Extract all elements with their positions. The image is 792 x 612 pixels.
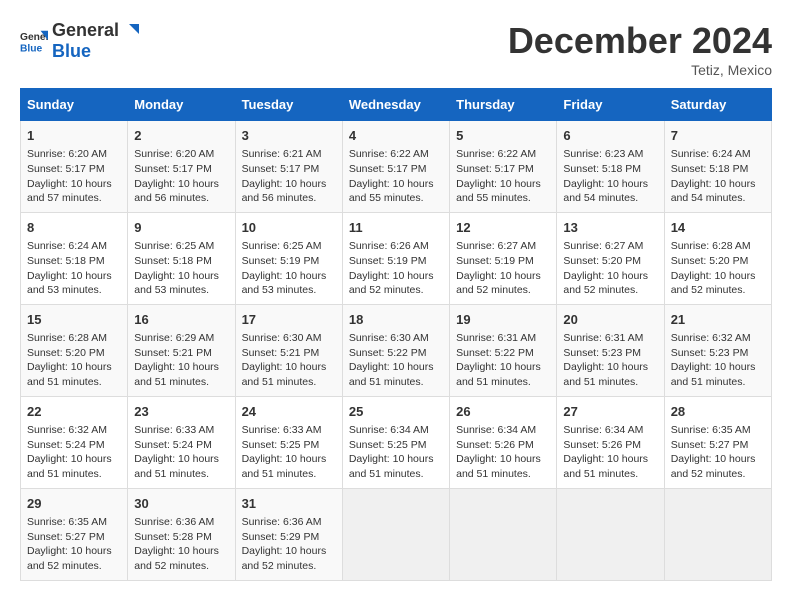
day-cell-30: 30Sunrise: 6:36 AMSunset: 5:28 PMDayligh… xyxy=(128,488,235,580)
day-cell-1: 1Sunrise: 6:20 AMSunset: 5:17 PMDaylight… xyxy=(21,121,128,213)
day-number: 27 xyxy=(563,403,657,421)
day-cell-24: 24Sunrise: 6:33 AMSunset: 5:25 PMDayligh… xyxy=(235,396,342,488)
day-number: 7 xyxy=(671,127,765,145)
day-number: 6 xyxy=(563,127,657,145)
col-header-monday: Monday xyxy=(128,89,235,121)
day-cell-31: 31Sunrise: 6:36 AMSunset: 5:29 PMDayligh… xyxy=(235,488,342,580)
day-cell-21: 21Sunrise: 6:32 AMSunset: 5:23 PMDayligh… xyxy=(664,304,771,396)
col-header-friday: Friday xyxy=(557,89,664,121)
day-cell-17: 17Sunrise: 6:30 AMSunset: 5:21 PMDayligh… xyxy=(235,304,342,396)
day-cell-13: 13Sunrise: 6:27 AMSunset: 5:20 PMDayligh… xyxy=(557,212,664,304)
day-cell-28: 28Sunrise: 6:35 AMSunset: 5:27 PMDayligh… xyxy=(664,396,771,488)
day-cell-5: 5Sunrise: 6:22 AMSunset: 5:17 PMDaylight… xyxy=(450,121,557,213)
title-block: December 2024 Tetiz, Mexico xyxy=(508,20,772,78)
day-cell-18: 18Sunrise: 6:30 AMSunset: 5:22 PMDayligh… xyxy=(342,304,449,396)
day-number: 24 xyxy=(242,403,336,421)
day-number: 18 xyxy=(349,311,443,329)
day-cell-27: 27Sunrise: 6:34 AMSunset: 5:26 PMDayligh… xyxy=(557,396,664,488)
week-row: 1Sunrise: 6:20 AMSunset: 5:17 PMDaylight… xyxy=(21,121,772,213)
week-row: 8Sunrise: 6:24 AMSunset: 5:18 PMDaylight… xyxy=(21,212,772,304)
logo-arrow-icon xyxy=(121,22,139,40)
day-number: 11 xyxy=(349,219,443,237)
day-cell-11: 11Sunrise: 6:26 AMSunset: 5:19 PMDayligh… xyxy=(342,212,449,304)
svg-text:Blue: Blue xyxy=(20,43,43,54)
day-cell-20: 20Sunrise: 6:31 AMSunset: 5:23 PMDayligh… xyxy=(557,304,664,396)
day-number: 22 xyxy=(27,403,121,421)
day-cell-29: 29Sunrise: 6:35 AMSunset: 5:27 PMDayligh… xyxy=(21,488,128,580)
day-cell-4: 4Sunrise: 6:22 AMSunset: 5:17 PMDaylight… xyxy=(342,121,449,213)
day-cell-9: 9Sunrise: 6:25 AMSunset: 5:18 PMDaylight… xyxy=(128,212,235,304)
col-header-wednesday: Wednesday xyxy=(342,89,449,121)
day-number: 15 xyxy=(27,311,121,329)
day-number: 23 xyxy=(134,403,228,421)
day-number: 14 xyxy=(671,219,765,237)
day-cell-7: 7Sunrise: 6:24 AMSunset: 5:18 PMDaylight… xyxy=(664,121,771,213)
day-cell-14: 14Sunrise: 6:28 AMSunset: 5:20 PMDayligh… xyxy=(664,212,771,304)
logo: General Blue General Blue xyxy=(20,20,139,62)
day-number: 26 xyxy=(456,403,550,421)
day-number: 10 xyxy=(242,219,336,237)
logo-icon: General Blue xyxy=(20,27,48,55)
day-number: 31 xyxy=(242,495,336,513)
day-number: 8 xyxy=(27,219,121,237)
day-number: 12 xyxy=(456,219,550,237)
month-title: December 2024 xyxy=(508,20,772,62)
day-number: 13 xyxy=(563,219,657,237)
empty-cell xyxy=(450,488,557,580)
day-number: 19 xyxy=(456,311,550,329)
day-number: 3 xyxy=(242,127,336,145)
empty-cell xyxy=(557,488,664,580)
day-number: 5 xyxy=(456,127,550,145)
day-number: 28 xyxy=(671,403,765,421)
day-cell-15: 15Sunrise: 6:28 AMSunset: 5:20 PMDayligh… xyxy=(21,304,128,396)
empty-cell xyxy=(342,488,449,580)
day-number: 21 xyxy=(671,311,765,329)
day-cell-2: 2Sunrise: 6:20 AMSunset: 5:17 PMDaylight… xyxy=(128,121,235,213)
day-number: 29 xyxy=(27,495,121,513)
page-header: General Blue General Blue December 2024 … xyxy=(20,20,772,78)
day-number: 4 xyxy=(349,127,443,145)
day-number: 16 xyxy=(134,311,228,329)
header-row: SundayMondayTuesdayWednesdayThursdayFrid… xyxy=(21,89,772,121)
calendar-table: SundayMondayTuesdayWednesdayThursdayFrid… xyxy=(20,88,772,581)
day-cell-16: 16Sunrise: 6:29 AMSunset: 5:21 PMDayligh… xyxy=(128,304,235,396)
logo-general-text: General xyxy=(52,20,119,41)
day-number: 30 xyxy=(134,495,228,513)
logo-blue-text: Blue xyxy=(52,41,91,61)
week-row: 22Sunrise: 6:32 AMSunset: 5:24 PMDayligh… xyxy=(21,396,772,488)
day-number: 17 xyxy=(242,311,336,329)
day-number: 25 xyxy=(349,403,443,421)
day-cell-6: 6Sunrise: 6:23 AMSunset: 5:18 PMDaylight… xyxy=(557,121,664,213)
day-cell-12: 12Sunrise: 6:27 AMSunset: 5:19 PMDayligh… xyxy=(450,212,557,304)
day-cell-25: 25Sunrise: 6:34 AMSunset: 5:25 PMDayligh… xyxy=(342,396,449,488)
day-cell-23: 23Sunrise: 6:33 AMSunset: 5:24 PMDayligh… xyxy=(128,396,235,488)
day-cell-3: 3Sunrise: 6:21 AMSunset: 5:17 PMDaylight… xyxy=(235,121,342,213)
col-header-sunday: Sunday xyxy=(21,89,128,121)
location: Tetiz, Mexico xyxy=(508,62,772,78)
day-cell-19: 19Sunrise: 6:31 AMSunset: 5:22 PMDayligh… xyxy=(450,304,557,396)
col-header-tuesday: Tuesday xyxy=(235,89,342,121)
col-header-saturday: Saturday xyxy=(664,89,771,121)
day-number: 1 xyxy=(27,127,121,145)
col-header-thursday: Thursday xyxy=(450,89,557,121)
day-cell-22: 22Sunrise: 6:32 AMSunset: 5:24 PMDayligh… xyxy=(21,396,128,488)
day-cell-8: 8Sunrise: 6:24 AMSunset: 5:18 PMDaylight… xyxy=(21,212,128,304)
day-cell-26: 26Sunrise: 6:34 AMSunset: 5:26 PMDayligh… xyxy=(450,396,557,488)
empty-cell xyxy=(664,488,771,580)
day-number: 9 xyxy=(134,219,228,237)
day-number: 20 xyxy=(563,311,657,329)
day-cell-10: 10Sunrise: 6:25 AMSunset: 5:19 PMDayligh… xyxy=(235,212,342,304)
day-number: 2 xyxy=(134,127,228,145)
week-row: 29Sunrise: 6:35 AMSunset: 5:27 PMDayligh… xyxy=(21,488,772,580)
week-row: 15Sunrise: 6:28 AMSunset: 5:20 PMDayligh… xyxy=(21,304,772,396)
